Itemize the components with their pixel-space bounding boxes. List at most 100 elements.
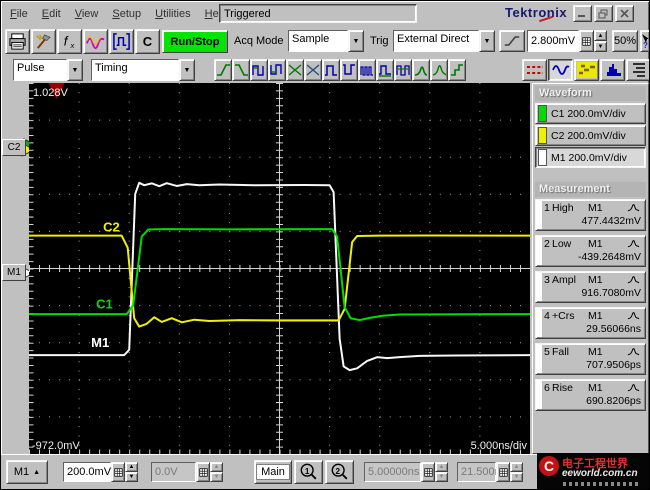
- measurement-index: 6: [544, 382, 550, 394]
- print-button[interactable]: [5, 29, 30, 54]
- chevron-up-icon: ▲: [33, 468, 41, 476]
- menu-view[interactable]: View: [75, 8, 99, 20]
- zoom-2-button[interactable]: 2: [325, 460, 354, 484]
- measurement-rows: 1 High M1 477.4432mV 2 Low M1 -439.2648mV 3 Ampl M…: [534, 199, 647, 411]
- measure-neg-pulse-button[interactable]: [340, 59, 358, 81]
- menu-utilities[interactable]: Utilities: [155, 8, 190, 20]
- vertical-histogram-button[interactable]: [626, 59, 649, 81]
- chevron-down-icon[interactable]: ▼: [479, 30, 495, 52]
- waveform-button[interactable]: [83, 29, 108, 54]
- zoom-1-button[interactable]: 1: [294, 460, 323, 484]
- keypad-button[interactable]: [579, 30, 594, 52]
- svg-text:f: f: [64, 33, 69, 48]
- context-help-button[interactable]: ?: [640, 30, 649, 52]
- main-toolbar: fx C Run/Stop Acq Mode Sample ▼ Trig Exte…: [1, 27, 649, 57]
- eeworld-logo-icon: C: [539, 456, 559, 476]
- source-color-stripe: [537, 237, 542, 265]
- c2-color-swatch: [538, 127, 547, 144]
- measure-pos-pulse-button[interactable]: [322, 59, 340, 81]
- vertical-scale-field[interactable]: 200.0mV/: [63, 462, 114, 482]
- trig-source-value: External Direct: [393, 30, 479, 52]
- chevron-down-icon[interactable]: ▼: [179, 59, 195, 81]
- histogram-button[interactable]: [600, 59, 625, 81]
- formula-button[interactable]: fx: [57, 29, 82, 54]
- waveform-display[interactable]: C2 C1 M1 1.028V -972.0mV 5.000ns/div: [28, 83, 531, 455]
- run-stop-button[interactable]: Run/Stop: [162, 30, 228, 53]
- keypad-button[interactable]: [111, 462, 125, 482]
- measure-neg-cross-button[interactable]: [304, 59, 322, 81]
- measure-pos-cross-button[interactable]: [286, 59, 304, 81]
- measure-button[interactable]: [109, 29, 134, 54]
- measure-pos-duty-button[interactable]: [376, 59, 394, 81]
- measurement-label: +Crs: [552, 310, 575, 322]
- measurement-crs[interactable]: 4 +Crs M1 29.56066ns: [535, 307, 646, 339]
- main-timebase-button[interactable]: Main: [254, 460, 292, 484]
- trace-label-c1: C1: [96, 297, 113, 312]
- chevron-down-icon[interactable]: ▼: [348, 30, 364, 52]
- close-button[interactable]: [615, 5, 634, 22]
- step-up-icon: ▲: [510, 462, 523, 472]
- acq-mode-select[interactable]: Sample ▼: [288, 30, 364, 52]
- menu-file[interactable]: File: [10, 8, 28, 20]
- trigger-slope-button[interactable]: [499, 30, 525, 52]
- graticule-svg: C2 C1 M1 1.028V -972.0mV 5.000ns/div: [28, 83, 531, 455]
- waveform-view-button[interactable]: [548, 59, 573, 81]
- measurement-ampl[interactable]: 3 Ampl M1 916.7080mV: [535, 271, 646, 303]
- waveform-m1-button[interactable]: M1 200.0mV/div: [535, 147, 646, 168]
- measure-burst-width-button[interactable]: [358, 59, 376, 81]
- vertical-offset-stepper: ▲ ▼: [210, 462, 223, 482]
- measure-rise-time-button[interactable]: [214, 59, 232, 81]
- measurement-high[interactable]: 1 High M1 477.4432mV: [535, 199, 646, 231]
- tools-button[interactable]: [31, 29, 56, 54]
- clear-button[interactable]: C: [135, 29, 160, 54]
- eeworld-watermark: C 电子工程世界 eeworld.com.cn: [537, 453, 649, 489]
- keypad-button: [496, 462, 510, 482]
- step-up-icon: ▲: [435, 462, 448, 472]
- measure-neg-overshoot-button[interactable]: [430, 59, 448, 81]
- measurement-value: 707.9506ps: [586, 359, 641, 371]
- set-50-percent-button[interactable]: 50%: [612, 30, 638, 52]
- chevron-down-icon[interactable]: ▼: [67, 59, 83, 81]
- top-voltage-label: 1.028V: [33, 87, 69, 99]
- measurement-rise[interactable]: 6 Rise M1 690.8206ps: [535, 379, 646, 411]
- waveform-c2-button[interactable]: C2 200.0mV/div: [535, 125, 646, 146]
- step-up-icon[interactable]: ▲: [594, 30, 607, 41]
- menu-edit[interactable]: Edit: [42, 8, 61, 20]
- measure-category-select[interactable]: Pulse ▼: [13, 59, 83, 81]
- measurement-fall[interactable]: 5 Fall M1 707.9506ps: [535, 343, 646, 375]
- trig-source-select[interactable]: External Direct ▼: [393, 30, 495, 52]
- magnifier-1-icon: 1: [298, 462, 320, 482]
- mask-test-button[interactable]: [574, 59, 599, 81]
- measure-period-button[interactable]: [394, 59, 412, 81]
- waveform-c1-button[interactable]: C1 200.0mV/div: [535, 103, 646, 124]
- measurement-low[interactable]: 2 Low M1 -439.2648mV: [535, 235, 646, 267]
- measure-setup-hold-button[interactable]: [448, 59, 466, 81]
- vertical-channel-select[interactable]: M1 ▲: [6, 460, 48, 484]
- measurement-index: 5: [544, 346, 550, 358]
- measure-pos-overshoot-button[interactable]: [412, 59, 430, 81]
- restore-button[interactable]: [594, 5, 613, 22]
- measure-view-select[interactable]: Timing ▼: [91, 59, 195, 81]
- menu-items: FileEditViewSetupUtilitiesHelp: [3, 8, 234, 20]
- acq-mode-value: Sample: [288, 30, 348, 52]
- measure-category-value: Pulse: [13, 59, 67, 81]
- step-down-icon[interactable]: ▼: [125, 472, 138, 482]
- watermark-url: eeworld.com.cn: [562, 468, 638, 479]
- measure-neg-width-button[interactable]: [268, 59, 286, 81]
- waveform-icon: [86, 32, 105, 51]
- measure-pos-width-button[interactable]: [250, 59, 268, 81]
- measure-fall-time-button[interactable]: [232, 59, 250, 81]
- measurement-value: -439.2648mV: [577, 251, 641, 263]
- trigger-level-field[interactable]: 2.800mV: [527, 30, 579, 52]
- keypad-button: [421, 462, 435, 482]
- menu-setup[interactable]: Setup: [112, 8, 141, 20]
- step-up-icon[interactable]: ▲: [125, 462, 138, 472]
- fall-time-icon: [233, 62, 249, 78]
- minimize-button[interactable]: [573, 5, 592, 22]
- measurement-source: M1: [588, 310, 603, 322]
- cursors-button[interactable]: [522, 59, 547, 81]
- setup-hold-icon: [449, 62, 465, 78]
- step-down-icon[interactable]: ▼: [594, 41, 607, 52]
- c1-color-swatch: [538, 105, 547, 122]
- pulse-shape-icon: [627, 346, 640, 359]
